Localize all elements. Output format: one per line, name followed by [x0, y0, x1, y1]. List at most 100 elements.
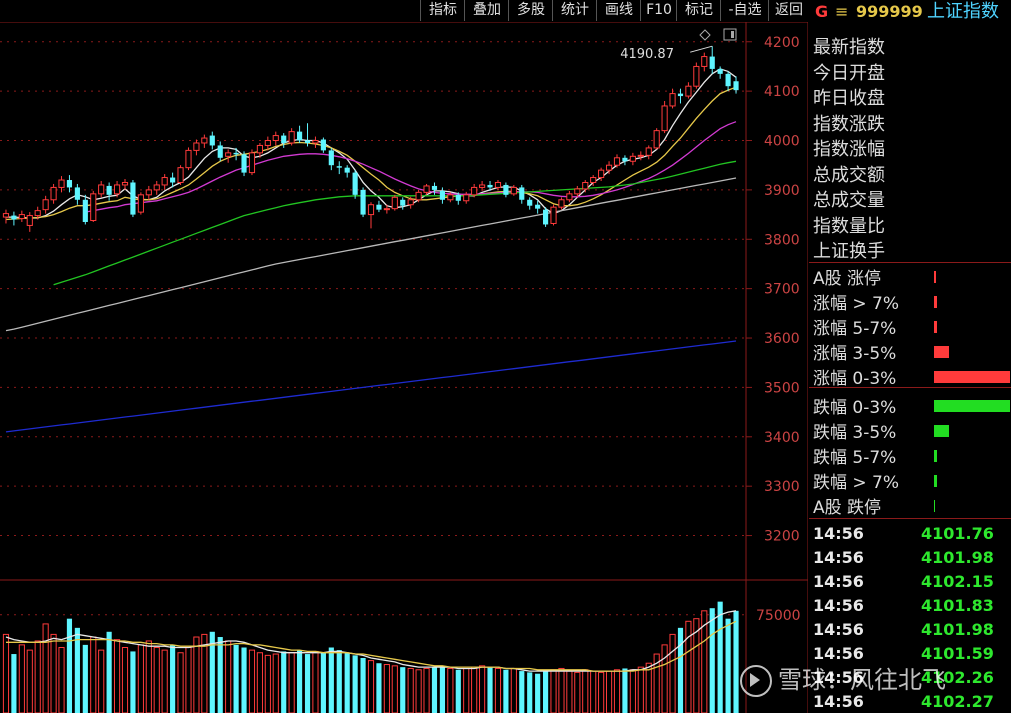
toolbar-button-4[interactable]: 画线 — [596, 0, 641, 21]
volume-bar — [241, 647, 247, 713]
volume-bar — [566, 670, 573, 713]
candlestick — [304, 123, 311, 147]
toolbar-button-6[interactable]: 标记 — [676, 0, 721, 21]
tick-row: 14:56 4102.15 — [813, 572, 1009, 591]
distribution-bar — [934, 475, 937, 487]
tick-time: 14:56 — [813, 620, 864, 639]
toolbar-button-7[interactable]: -自选 — [720, 0, 769, 21]
distribution-label: 跌幅 3-5% — [813, 423, 897, 443]
toolbar-button-8[interactable]: 返回 — [768, 0, 809, 21]
volume-bar — [407, 667, 414, 713]
volume-bar — [281, 651, 287, 713]
distribution-label: 涨幅 3-5% — [813, 344, 897, 364]
tick-price: 4102.15 — [921, 572, 994, 591]
candlestick — [225, 149, 232, 163]
volume-bar — [304, 654, 311, 713]
volume-bar — [217, 637, 223, 713]
volume-bar — [121, 647, 129, 713]
toolbar-button-1[interactable]: 叠加 — [464, 0, 509, 21]
window-toggle-icon-fill — [731, 31, 734, 38]
info-label: 指数涨跌 — [813, 113, 885, 135]
candlestick — [367, 202, 375, 229]
volume-bar — [193, 636, 200, 713]
volume-bar — [336, 650, 342, 713]
distribution-bar — [934, 296, 937, 308]
tick-row: 14:56 4101.76 — [813, 524, 1009, 543]
candlestick — [185, 147, 192, 171]
toolbar-button-2[interactable]: 多股 — [508, 0, 553, 21]
volume-bar — [177, 652, 184, 713]
volume-bar — [145, 640, 152, 713]
candlestick — [391, 194, 398, 211]
candlestick — [463, 191, 470, 204]
distribution-label: 跌幅 > 7% — [813, 473, 900, 493]
volume-bar — [344, 652, 350, 713]
price-tick-label: 3600 — [764, 331, 800, 347]
candlestick — [281, 133, 287, 148]
tick-price: 4101.98 — [921, 620, 994, 639]
volume-bar — [130, 651, 136, 713]
menu-icon[interactable]: ≡ — [835, 0, 848, 24]
candlestick — [26, 212, 33, 232]
volume-bar — [582, 669, 589, 713]
volume-bar — [590, 670, 597, 713]
volume-bar — [113, 639, 121, 713]
volume-bar — [66, 618, 73, 713]
volume-bar — [137, 644, 144, 713]
price-tick-label: 3300 — [764, 479, 800, 495]
candlestick — [400, 197, 406, 210]
volume-bar — [423, 667, 430, 713]
volume-bar — [360, 657, 366, 713]
moving-average-line — [5, 86, 737, 221]
candlestick — [677, 88, 684, 104]
volume-bar — [455, 669, 461, 713]
distribution-label: 跌幅 5-7% — [813, 448, 897, 468]
candlestick — [113, 181, 121, 198]
volume-bar — [161, 649, 168, 713]
volume-bar — [510, 667, 517, 713]
info-label: 昨日收盘 — [813, 88, 885, 109]
candlestick — [288, 128, 295, 146]
volume-bar — [367, 660, 375, 713]
candlestick — [733, 76, 739, 94]
candlestick — [106, 182, 112, 201]
toolbar-button-0[interactable]: 指标 — [420, 0, 465, 21]
toolbar-button-3[interactable]: 统计 — [552, 0, 597, 21]
volume-bar — [637, 666, 644, 713]
price-tick-label: 3700 — [764, 282, 800, 298]
volume-bar — [439, 665, 445, 713]
candlestick — [2, 209, 10, 224]
volume-bar — [42, 623, 49, 713]
volume-bar — [463, 667, 470, 713]
candlestick — [312, 136, 319, 148]
distribution-label: 涨幅 0-3% — [813, 369, 897, 389]
candlestick — [471, 183, 478, 198]
candlestick — [336, 161, 342, 175]
volume-bar — [11, 654, 17, 713]
info-label: 总成交量 — [813, 190, 885, 211]
candlestick — [629, 152, 636, 166]
volume-bar — [376, 663, 382, 713]
volume-bar — [18, 644, 25, 713]
candlestick — [558, 197, 565, 210]
window-toggle-icon[interactable] — [723, 28, 737, 41]
stock-name: 上证指数 — [927, 1, 999, 22]
distribution-bar — [934, 450, 937, 462]
volume-bar — [264, 654, 271, 713]
kline-chart-area[interactable]: 4200 4100 4000 3900 3800 3700 3600 3500 3400 3300… — [0, 0, 808, 713]
toolbar-button-5[interactable]: F10 — [640, 0, 677, 21]
volume-bar — [669, 633, 676, 713]
volume-bar — [622, 668, 628, 713]
candlestick — [709, 46, 715, 74]
diamond-icon[interactable] — [699, 29, 711, 41]
candlestick — [685, 82, 692, 99]
distribution-label: A股 跌停 — [813, 498, 882, 518]
distribution-bar — [934, 425, 949, 437]
candlestick — [693, 62, 700, 89]
price-tick-label: 4200 — [764, 35, 800, 51]
tick-time: 14:56 — [813, 596, 864, 615]
candlestick — [725, 71, 731, 92]
volume-bar — [661, 644, 668, 713]
volume-bar — [26, 649, 33, 713]
tick-row: 14:56 4101.98 — [813, 548, 1009, 567]
